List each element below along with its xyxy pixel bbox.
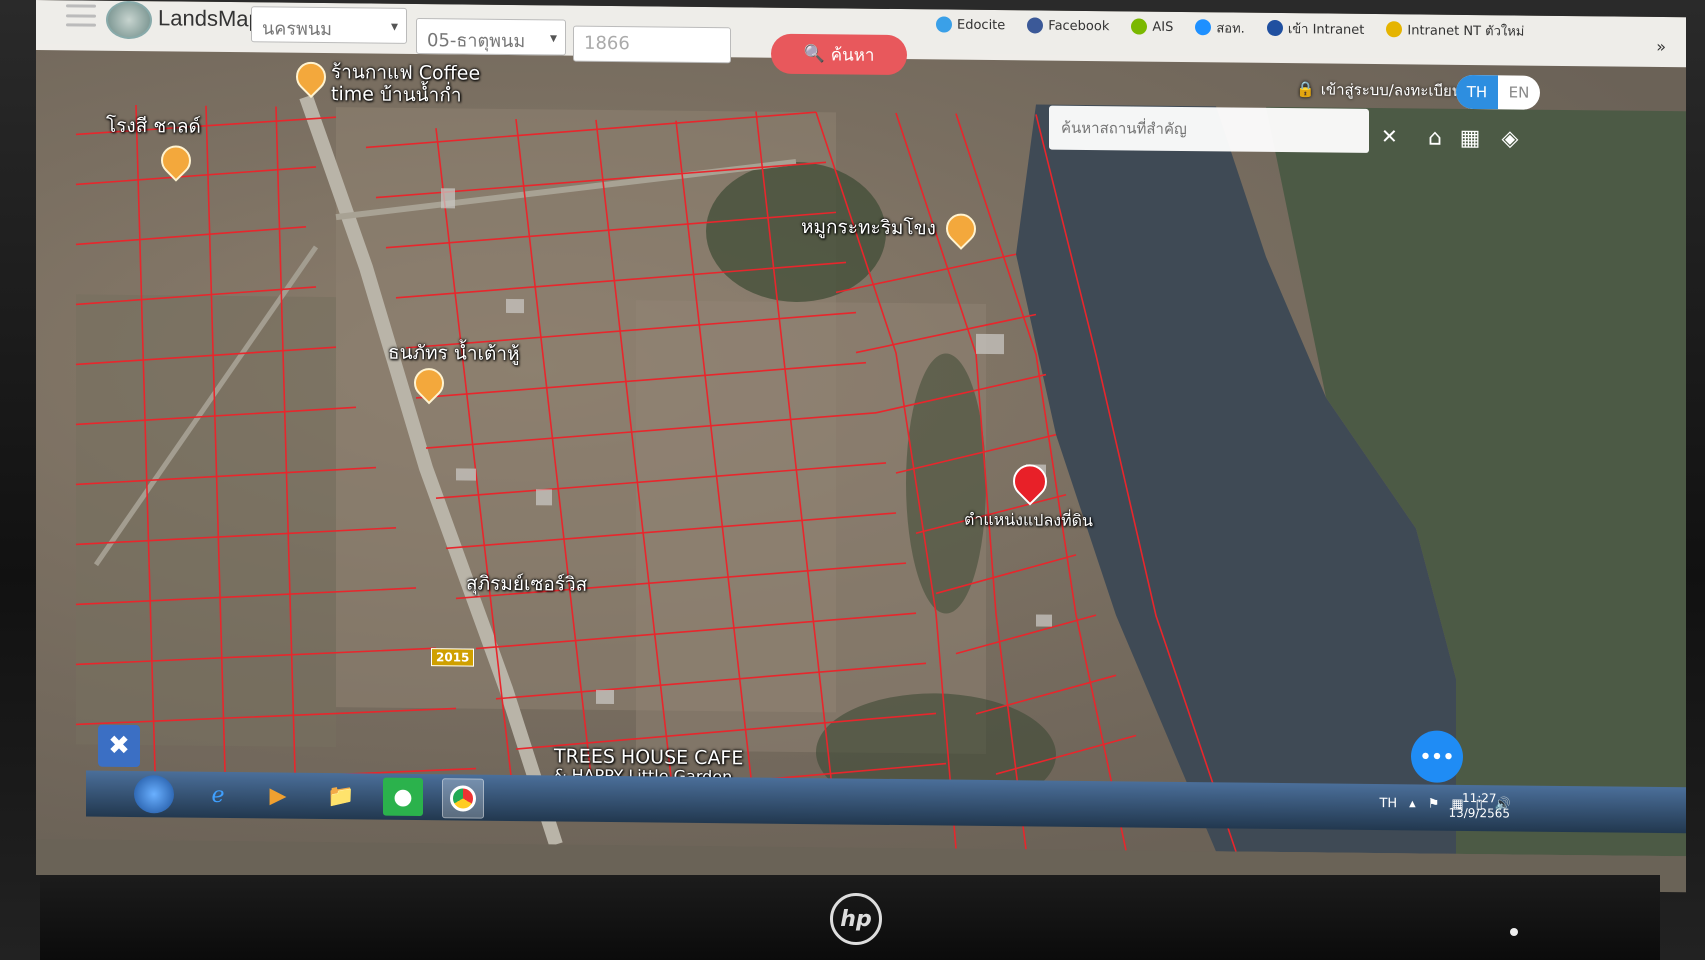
monitor: ร้านกาแฟ Coffee time บ้านน้ำก่ำ โรงสี ชา… [0,0,1705,960]
poi-label-mookata[interactable]: หมูกระทะริมโขง [801,216,936,239]
nt-icon [1386,21,1403,38]
power-led [1510,928,1518,936]
search-icon: 🔍 [803,44,825,65]
search-button[interactable]: 🔍 ค้นหา [771,33,907,76]
poi-label-soymilk[interactable]: ธนภัทร น้ำเต้าหู้ [388,342,520,365]
search-button-label: ค้นหา [830,44,875,66]
login-label: เข้าสู่ระบบ/ลงทะเบียน [1320,80,1463,100]
province-select[interactable]: นครพนม ▾ [251,6,407,44]
bookmark-ais[interactable]: AIS [1131,18,1173,35]
chrome-icon[interactable] [442,778,484,819]
more-options-button[interactable]: ••• [1411,730,1463,783]
district-select-value: 05-ธาตุพนม [427,30,526,53]
layers-icon[interactable]: ◈ [1496,125,1524,151]
chevron-down-icon: ▾ [549,30,557,47]
hamburger-menu-icon[interactable] [66,4,96,27]
bookmark-intranet-nt[interactable]: Intranet NT ตัวใหม่ [1386,19,1524,41]
bookmark-edocite[interactable]: Edocite [936,16,1005,33]
bookmark-facebook[interactable]: Facebook [1027,17,1109,34]
media-player-icon[interactable]: ▶ [258,776,298,814]
browser-bookmarks-bar: Edocite Facebook AIS สอท. เข้า Intranet … [936,9,1524,45]
home-icon[interactable]: ⌂ [1421,125,1449,151]
internet-explorer-icon[interactable]: ℯ [198,776,238,814]
bookmark-icon [1266,19,1283,37]
start-button-icon[interactable] [134,775,174,814]
bookmark-sor-or-tor[interactable]: สอท. [1195,17,1245,39]
clock-date: 13/9/2565 [1448,805,1510,821]
file-explorer-icon[interactable]: 📁 [321,777,361,815]
ruler-icon: ✖ [108,730,130,761]
poi-label-coffee[interactable]: ร้านกาแฟ Coffee [331,61,480,85]
tray-expand-icon[interactable]: ▴ [1409,796,1416,811]
parcel-number-value: 1866 [584,32,630,55]
hp-logo: hp [830,893,882,945]
login-link[interactable]: 🔒 เข้าสู่ระบบ/ลงทะเบียน [1296,77,1462,103]
chevron-down-icon: ▾ [390,18,398,35]
road-number-badge: 2015 [431,648,475,667]
ais-icon [1131,18,1148,35]
district-select[interactable]: 05-ธาตุพนม ▾ [416,17,566,56]
line-app-icon[interactable]: ● [383,777,423,817]
language-toggle: TH EN [1456,74,1540,110]
landsmaps-logo [106,0,152,40]
more-icon: ••• [1419,745,1455,768]
poi-label-ricemill[interactable]: โรงสี ชาลด์ [106,115,201,138]
province-select-value: นครพนม [262,18,333,41]
place-search-input[interactable] [1049,105,1369,153]
bookmark-intranet[interactable]: เข้า Intranet [1266,17,1364,39]
bookmark-icon [1195,19,1212,36]
flag-icon[interactable]: ⚑ [1428,797,1440,812]
parcel-number-input[interactable]: 1866 [573,25,731,64]
measure-tool-button[interactable]: ✖ [98,724,140,768]
lang-th-button[interactable]: TH [1456,74,1498,110]
parcel-location-label[interactable]: ตำแหน่งแปลงที่ดิน [964,510,1093,530]
input-language[interactable]: TH [1379,796,1397,811]
poi-label-service[interactable]: สุภิรมย์เซอร์วิส [466,573,587,596]
screen: ร้านกาแฟ Coffee time บ้านน้ำก่ำ โรงสี ชา… [36,0,1686,893]
lang-en-button[interactable]: EN [1498,75,1540,109]
close-icon[interactable]: ✕ [1381,124,1398,148]
facebook-icon [1027,17,1044,34]
poi-label-coffee-2[interactable]: time บ้านน้ำก่ำ [331,83,462,106]
clock[interactable]: 11:27 13/9/2565 [1448,791,1510,822]
clock-time: 11:27 [1461,790,1497,806]
bookmark-icon [936,16,952,33]
bookmarks-overflow-icon[interactable]: » [1656,37,1666,56]
lock-icon: 🔒 [1296,80,1315,99]
grid-icon[interactable]: ▦ [1456,125,1484,151]
